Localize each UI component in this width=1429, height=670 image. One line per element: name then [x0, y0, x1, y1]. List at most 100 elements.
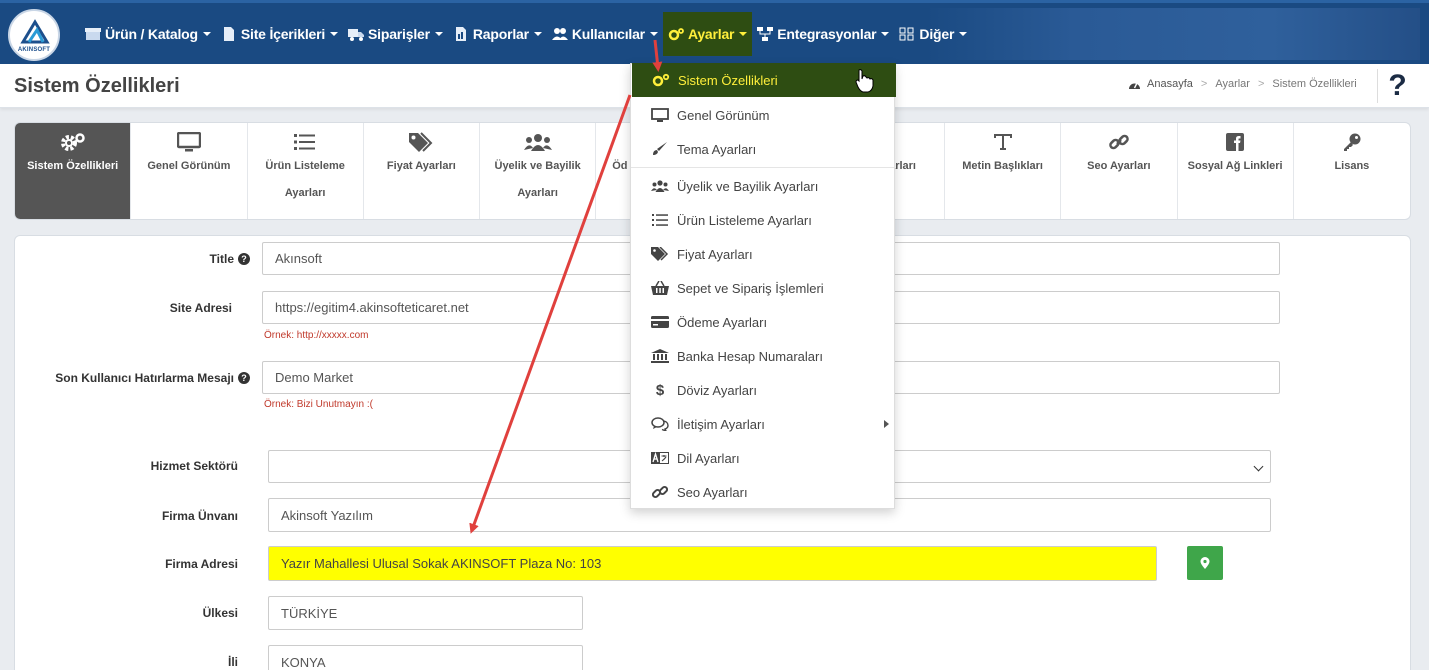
tab-label: Ürün Listeleme Ayarları: [265, 160, 345, 199]
menu-item-tema-ayarlari[interactable]: Tema Ayarları: [631, 132, 894, 166]
menu-item-fiyat-ayarlari[interactable]: Fiyat Ayarları: [631, 237, 894, 271]
menu-item-label: Dil Ayarları: [677, 450, 740, 466]
menu-item-label: Üyelik ve Bayilik Ayarları: [677, 178, 819, 194]
tab-uyelik-bayilik[interactable]: Üyelik ve Bayilik Ayarları: [480, 123, 597, 219]
caret-down-icon: [533, 31, 542, 36]
nav-siparisler[interactable]: Siparişler: [343, 12, 448, 56]
tab-label: Seo Ayarları: [1087, 160, 1151, 172]
city-label: İli: [227, 655, 238, 669]
comments-icon: [651, 417, 669, 431]
tab-label: Lisans: [1334, 160, 1370, 172]
tab-metin-basliklari[interactable]: Metin Başlıkları: [945, 123, 1062, 219]
company-address-value: Yazır Mahallesi Ulusal Sokak AKINSOFT Pl…: [281, 556, 602, 571]
tab-lisans[interactable]: Lisans: [1294, 123, 1410, 219]
box-icon: [85, 27, 101, 40]
question-circle-icon[interactable]: ?: [238, 253, 250, 265]
menu-item-seo-ayarlari[interactable]: Seo Ayarları: [631, 475, 894, 509]
menu-item-label: Seo Ayarları: [677, 484, 748, 500]
tab-seo-ayarlari[interactable]: Seo Ayarları: [1061, 123, 1178, 219]
tab-label: Üyelik ve Bayilik Ayarları: [494, 160, 581, 199]
menu-item-label: Ödeme Ayarları: [677, 314, 768, 330]
gears-icon: [652, 73, 670, 87]
tab-sosyal-ag[interactable]: Sosyal Ağ Linkleri: [1178, 123, 1294, 219]
nav-diger[interactable]: Diğer: [894, 12, 972, 56]
help-button[interactable]: ?: [1377, 69, 1417, 103]
country-label: Ülkesi: [202, 606, 238, 620]
caret-down-icon: [959, 31, 968, 36]
nav-kullanicilar[interactable]: Kullanıcılar: [547, 12, 663, 56]
menu-divider: [631, 167, 894, 168]
menu-item-iletisim-ayarlari[interactable]: İletişim Ayarları: [631, 407, 894, 441]
title-label-text: Title: [209, 252, 234, 266]
menu-item-doviz-ayarlari[interactable]: $ Döviz Ayarları: [631, 373, 894, 407]
city-value: KONYA: [281, 654, 326, 670]
dashboard-icon: [1129, 82, 1140, 89]
nav-ayarlar[interactable]: Ayarlar: [662, 11, 753, 56]
nav-label: Siparişler: [368, 25, 430, 42]
menu-item-label: Tema Ayarları: [677, 141, 757, 157]
city-input[interactable]: KONYA: [268, 645, 583, 670]
menu-item-label: Banka Hesap Numaraları: [677, 348, 823, 364]
logo-text: AKINSOFT: [17, 47, 51, 53]
reminder-input-value: Demo Market: [275, 370, 354, 385]
country-input[interactable]: TÜRKİYE: [268, 596, 583, 630]
nav-label: Ürün / Katalog: [105, 25, 198, 42]
menu-item-sepet-siparis[interactable]: Sepet ve Sipariş İşlemleri: [631, 271, 894, 305]
company-title-label: Firma Ünvanı: [161, 509, 238, 523]
nav-raporlar[interactable]: Raporlar: [448, 12, 547, 56]
menu-item-genel-gorunum[interactable]: Genel Görünüm: [631, 98, 894, 132]
menu-item-uyelik-bayilik[interactable]: Üyelik ve Bayilik Ayarları: [631, 169, 894, 203]
tab-sistem-ozellikleri[interactable]: Sistem Özellikleri: [15, 123, 132, 219]
gears-icon: [668, 27, 684, 40]
gears-icon: [60, 133, 85, 151]
tab-label: Sistem Özellikleri: [27, 160, 119, 172]
menu-item-sistem-ozellikleri[interactable]: Sistem Özellikleri: [632, 63, 896, 97]
basket-icon: [651, 281, 669, 295]
tab-urun-listeleme[interactable]: Ürün Listeleme Ayarları: [248, 123, 364, 219]
question-circle-icon[interactable]: ?: [238, 372, 250, 384]
link-icon: [652, 485, 668, 499]
navbar-blank-area: [925, 8, 1420, 60]
facebook-icon: [1226, 133, 1245, 151]
ayarlar-dropdown-menu: Sistem Özellikleri Genel Görünüm Tema Ay…: [630, 63, 896, 509]
reminder-hint: Örnek: Bizi Unutmayın :(: [264, 399, 373, 410]
menu-item-urun-listeleme[interactable]: Ürün Listeleme Ayarları: [631, 203, 894, 237]
link-icon: [1109, 134, 1129, 150]
nav-urun-katalog[interactable]: Ürün / Katalog: [80, 12, 216, 56]
tab-label: Metin Başlıkları: [962, 160, 1043, 172]
menu-item-label: Fiyat Ayarları: [677, 246, 753, 262]
menu-item-label: Genel Görünüm: [677, 107, 770, 123]
users-icon: [551, 27, 568, 40]
breadcrumb: Anasayfa > Ayarlar > Sistem Özellikleri: [1128, 78, 1357, 90]
monitor-icon: [176, 132, 201, 152]
nav-site-icerikleri[interactable]: Site İçerikleri: [216, 12, 343, 56]
caret-down-icon: [649, 31, 658, 36]
caret-down-icon: [881, 31, 890, 36]
top-navbar: AKINSOFT Ürün / Katalog Site İçerikleri …: [0, 0, 1429, 64]
menu-item-dil-ayarlari[interactable]: Dil Ayarları: [631, 441, 894, 475]
caret-down-icon: [739, 31, 748, 36]
breadcrumb-ayarlar[interactable]: Ayarlar: [1215, 78, 1250, 90]
akinsoft-logo[interactable]: AKINSOFT: [8, 9, 60, 61]
tab-label: Sosyal Ağ Linkleri: [1187, 160, 1283, 172]
bank-icon: [651, 349, 669, 363]
menu-item-banka-hesap[interactable]: Banka Hesap Numaraları: [631, 339, 894, 373]
sitemap-icon: [757, 26, 774, 41]
tab-genel-gorunum[interactable]: Genel Görünüm: [131, 123, 248, 219]
menu-item-label: Döviz Ayarları: [677, 382, 757, 398]
company-address-input[interactable]: Yazır Mahallesi Ulusal Sokak AKINSOFT Pl…: [268, 546, 1157, 581]
file-icon: [223, 26, 234, 41]
nav-label: Entegrasyonlar: [777, 25, 877, 42]
report-icon: [455, 26, 466, 41]
company-title-value: Akinsoft Yazılım: [281, 507, 373, 523]
nav-label: Site İçerikleri: [240, 25, 326, 42]
menu-item-odeme-ayarlari[interactable]: Ödeme Ayarları: [631, 305, 894, 339]
sector-label: Hizmet Sektörü: [150, 459, 238, 473]
breadcrumb-home[interactable]: Anasayfa: [1147, 78, 1193, 90]
nav-label: Kullanıcılar: [571, 25, 645, 42]
key-icon: [1343, 133, 1361, 151]
map-marker-button[interactable]: [1187, 546, 1223, 580]
users-icon: [523, 134, 552, 151]
tab-fiyat-ayarlari[interactable]: Fiyat Ayarları: [364, 123, 480, 219]
nav-entegrasyonlar[interactable]: Entegrasyonlar: [752, 12, 894, 56]
